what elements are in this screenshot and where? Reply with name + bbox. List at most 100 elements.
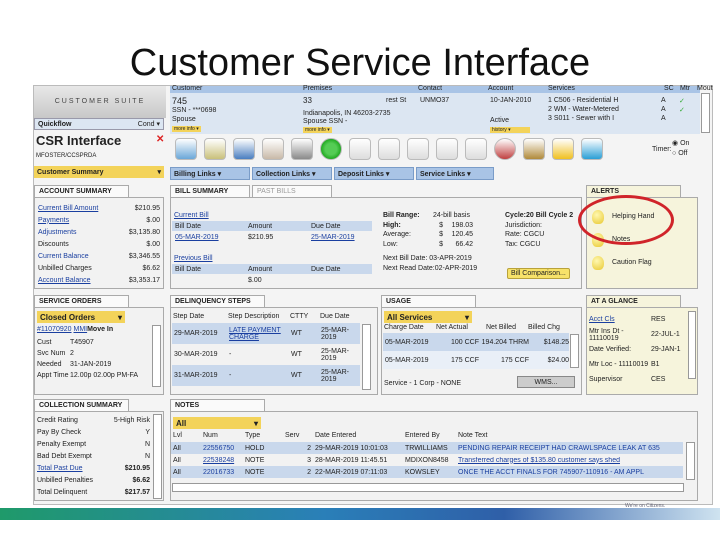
customer-more-dropdown[interactable]: more info ▾	[172, 126, 201, 132]
collection-row: Total Delinquent $217.57	[37, 488, 150, 496]
building-icon[interactable]	[262, 138, 284, 160]
glance-row: Acct Cls RES	[589, 316, 666, 323]
user-icon[interactable]	[233, 138, 255, 160]
col-mtr: Mtr	[680, 85, 691, 92]
printer-icon[interactable]	[291, 138, 313, 160]
plumbing-icon[interactable]	[523, 138, 545, 160]
timer-label: Timer:	[652, 146, 672, 153]
current-bill-link[interactable]: Current Bill	[174, 212, 209, 219]
service-order-field: Appt Time 12.00p 02.00p PM-FA	[37, 372, 139, 379]
power-icon[interactable]	[320, 138, 342, 160]
customer-ssn: SSN - ***0698	[172, 107, 217, 114]
bill-comparison-button[interactable]: Bill Comparison...	[507, 268, 570, 279]
usage-row[interactable]: 05-MAR-2019 100 CCF 194.204 THRM $148.25	[383, 333, 569, 351]
delinquency-scrollbar[interactable]	[362, 324, 371, 390]
calendar-icon[interactable]	[407, 138, 429, 160]
col-premises: Premises	[303, 85, 333, 92]
user-id: MFOSTER/CCSPRDA	[36, 153, 97, 159]
tab-delinquency-steps[interactable]: DELINQUENCY STEPS	[170, 295, 265, 307]
collection-scrollbar[interactable]	[153, 414, 162, 499]
tab-notes[interactable]: NOTES	[170, 399, 265, 411]
tab-bill-summary[interactable]: BILL SUMMARY	[170, 185, 250, 197]
current-bill-row: 05-MAR-2019 $210.95 25-MAR-2019	[175, 234, 355, 241]
calendar-list-icon[interactable]	[436, 138, 458, 160]
customer-id: 745	[172, 96, 188, 106]
timer-on-radio[interactable]: ◉ On	[672, 139, 689, 147]
target-icon[interactable]	[494, 138, 516, 160]
footer-band	[0, 508, 720, 520]
delinquency-row[interactable]: 30-MAR-2019- WT 25-MAR-2019	[172, 344, 360, 365]
tab-usage[interactable]: USAGE	[381, 295, 476, 307]
contact-value: UNMO37	[420, 97, 450, 104]
close-icon[interactable]: ✕	[156, 134, 164, 145]
account-summary-row: Unbilled Charges $6.62	[38, 264, 160, 272]
notebook-icon[interactable]	[204, 138, 226, 160]
order-line: #11070920 MMIMove In	[37, 326, 114, 333]
customer-spouse: Spouse	[172, 116, 196, 123]
wms-button[interactable]: WMS...	[517, 376, 575, 388]
tab-service-orders[interactable]: SERVICE ORDERS	[34, 295, 129, 307]
suite-logo: CUSTOMER SUITE	[34, 86, 166, 118]
usage-scrollbar[interactable]	[570, 334, 579, 368]
deposit-links-dropdown[interactable]: Deposit Links ▾	[334, 167, 414, 180]
summary-select[interactable]: Customer Summary ▾	[34, 166, 164, 178]
tab-past-bills[interactable]: PAST BILLS	[252, 185, 332, 197]
collection-links-dropdown[interactable]: Collection Links ▾	[252, 167, 332, 180]
service-links-dropdown[interactable]: Service Links ▾	[416, 167, 494, 180]
bill-range-stats: Bill Range: 24-bill basis High: $198.03 Av…	[383, 212, 478, 272]
tab-collection-summary[interactable]: COLLECTION SUMMARY	[34, 399, 129, 411]
account-summary-panel: Current Bill Amount $210.95 Payments $.00 Ad…	[34, 197, 164, 289]
notes-scrollbar[interactable]	[686, 442, 695, 480]
col-sc: SC	[664, 85, 674, 92]
collection-row: Pay By Check Y	[37, 428, 150, 436]
note-row[interactable]: All 22538248 NOTE 3 28-MAR-2019 11:45.51 MDIX…	[171, 454, 683, 466]
notes-level-select[interactable]: All ▾	[173, 417, 261, 429]
services-scrollbar[interactable]	[701, 93, 710, 133]
premises-more-dropdown[interactable]: more info ▾	[303, 127, 332, 133]
collection-row: Unbilled Penalties $6.62	[37, 476, 150, 484]
note-row[interactable]: All 22016733 NOTE 2 22-MAR-2019 07:11:03 KOWS…	[171, 466, 683, 478]
account-history-dropdown[interactable]: history ▾	[490, 127, 530, 133]
usage-row[interactable]: 05-MAR-2019 175 CCF 175 CCF $24.00	[383, 351, 569, 369]
service-order-field: Needed 31-JAN-2019	[37, 361, 112, 368]
quickflow-select[interactable]: Cond ▾	[138, 120, 160, 128]
tab-account-summary[interactable]: ACCOUNT SUMMARY	[34, 185, 129, 197]
tab-at-a-glance[interactable]: AT A GLANCE	[586, 295, 681, 307]
toolbar	[175, 138, 603, 160]
previous-bill-link[interactable]: Previous Bill	[174, 255, 213, 262]
col-contact: Contact	[418, 85, 443, 92]
billing-links-dropdown[interactable]: Billing Links ▾	[170, 167, 250, 180]
calendar-money-icon[interactable]	[465, 138, 487, 160]
search-icon[interactable]	[175, 138, 197, 160]
slide-title: Customer Service Interface	[129, 42, 591, 84]
premises-city: Indianapolis, IN 46203-2735	[303, 110, 391, 117]
delinquency-row[interactable]: 31-MAR-2019- WT 25-MAR-2019	[172, 365, 360, 386]
collection-row: Penalty Exempt N	[37, 440, 150, 448]
glance-scrollbar[interactable]	[688, 311, 696, 379]
account-date: 10-JAN-2010	[490, 97, 532, 104]
timer-off-radio[interactable]: ○ Off	[672, 150, 687, 157]
hardhat-icon[interactable]	[552, 138, 574, 160]
link-tabs: Billing Links ▾ Collection Links ▾ Depos…	[170, 167, 494, 180]
notes-horizontal-scrollbar[interactable]	[172, 483, 684, 492]
highlight-circle	[578, 195, 674, 245]
previous-bill-row: $.00	[248, 277, 262, 284]
premises-spouse-ssn: Spouse SSN -	[303, 118, 348, 125]
delinquency-row[interactable]: 29-MAR-2019 LATE PAYMENT CHARGE WT 25-MAR-2…	[172, 323, 360, 344]
col-bill-date: Bill Date	[175, 222, 202, 230]
calendar-clock-icon[interactable]	[378, 138, 400, 160]
account-summary-row: Current Balance $3,346.55	[38, 252, 160, 260]
col-services: Services	[548, 85, 575, 92]
orders-select[interactable]: Closed Orders ▾	[37, 311, 125, 323]
col-account: Account	[488, 85, 514, 92]
alert-item[interactable]: Caution Flag	[592, 251, 654, 274]
calendar-icon[interactable]	[349, 138, 371, 160]
premises-street: rest St	[386, 97, 407, 104]
orders-scrollbar[interactable]	[152, 325, 161, 387]
account-summary-row: Discounts $.00	[38, 240, 160, 248]
notepad-icon[interactable]	[581, 138, 603, 160]
collection-row: Credit Rating 5-High Risk	[37, 416, 150, 424]
usage-services-select[interactable]: All Services ▾	[384, 311, 472, 323]
premises-number: 33	[303, 96, 312, 105]
note-row[interactable]: All 22556750 HOLD 2 29-MAR-2019 10:01:03 TRWI…	[171, 442, 683, 454]
